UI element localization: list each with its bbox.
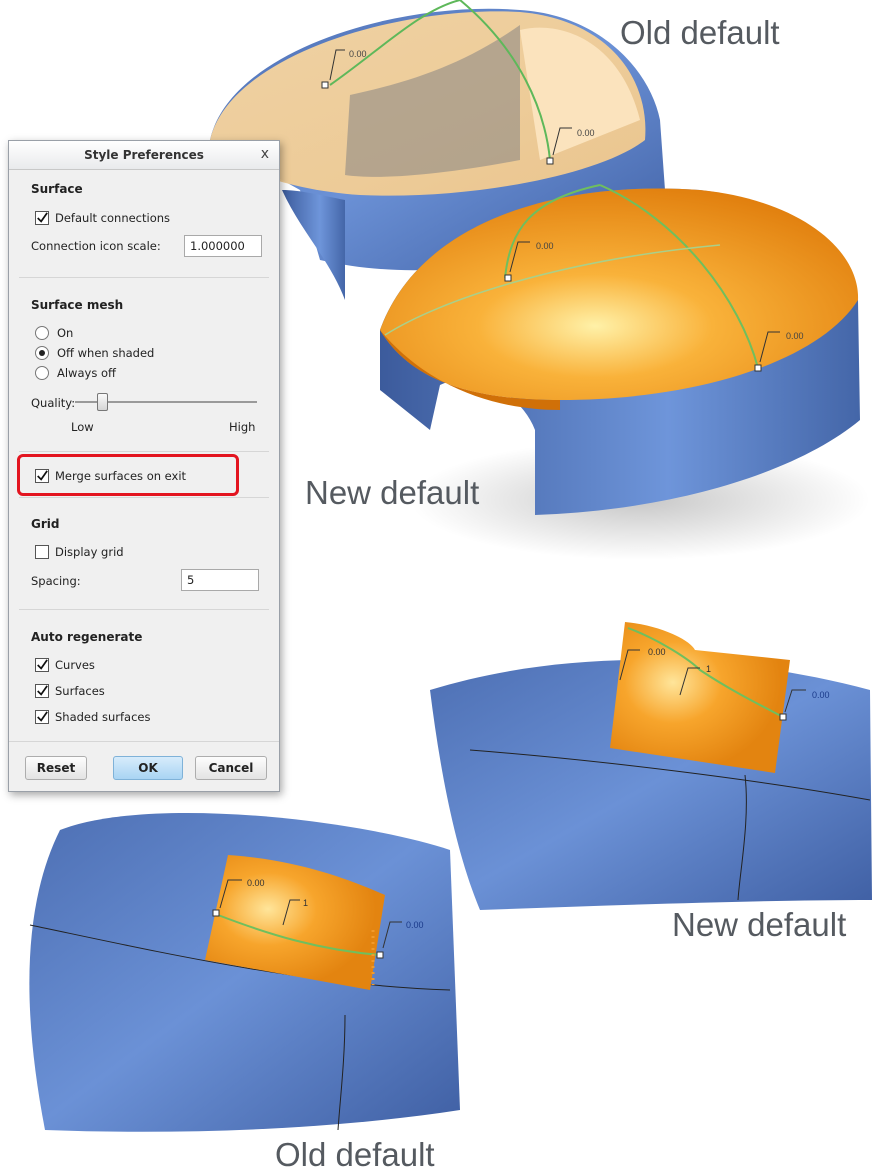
mesh-always-off-label: Always off [57, 366, 116, 380]
mesh-option-off-when-shaded[interactable]: Off when shaded [31, 346, 154, 360]
default-connections-checkbox[interactable] [35, 211, 49, 225]
merge-highlight-box [17, 454, 239, 496]
patch-right-label-1: 0.00 [648, 647, 666, 657]
shaded-surfaces-label: Shaded surfaces [55, 710, 151, 724]
mesh-off-when-shaded-label: Off when shaded [57, 346, 155, 360]
caption-new-default-middle: New default [305, 474, 480, 511]
curves-checkbox[interactable] [35, 658, 49, 672]
icon-scale-label: Connection icon scale: [31, 239, 161, 253]
display-grid-checkbox[interactable] [35, 545, 49, 559]
spacing-label: Spacing: [31, 574, 81, 588]
mesh-on-radio[interactable] [35, 326, 49, 340]
patch-right-label-3: 0.00 [812, 690, 830, 700]
close-icon[interactable]: x [261, 146, 269, 162]
surface-mesh-section-header: Surface mesh [31, 298, 124, 312]
patch-left-label-3: 0.00 [406, 920, 424, 930]
patch-left-label-2: 1 [303, 898, 308, 908]
quality-low-label: Low [71, 420, 94, 434]
old-default-dim-label-1: 0.00 [349, 49, 367, 59]
mesh-on-label: On [57, 326, 74, 340]
caption-old-default-bottom: Old default [275, 1136, 435, 1173]
mesh-option-on[interactable]: On [31, 326, 73, 340]
ok-button[interactable]: OK [113, 756, 183, 780]
default-connections-row[interactable]: Default connections [31, 211, 170, 225]
quality-slider-thumb[interactable] [97, 393, 108, 411]
curves-label: Curves [55, 658, 95, 672]
spacing-input[interactable]: 5 [181, 569, 259, 591]
checkmark-icon [37, 659, 48, 670]
old-default-dim-label-2: 0.00 [577, 128, 595, 138]
new-default-dim-label-1: 0.00 [536, 241, 554, 251]
display-grid-row[interactable]: Display grid [31, 545, 124, 559]
dialog-titlebar: Style Preferences x [9, 141, 279, 170]
surface-section-header: Surface [31, 182, 83, 196]
dialog-title: Style Preferences [84, 148, 204, 162]
caption-new-default-right: New default [672, 906, 847, 943]
quality-high-label: High [229, 420, 256, 434]
display-grid-label: Display grid [55, 545, 124, 559]
shaded-surfaces-row[interactable]: Shaded surfaces [31, 710, 150, 724]
quality-label: Quality: [31, 396, 76, 410]
checkmark-icon [37, 685, 48, 696]
divider [19, 277, 269, 278]
divider [19, 609, 269, 610]
divider [19, 497, 269, 498]
checkmark-icon [37, 212, 48, 223]
mesh-always-off-radio[interactable] [35, 366, 49, 380]
reset-button[interactable]: Reset [25, 756, 87, 780]
checkmark-icon [37, 711, 48, 722]
caption-old-default-top: Old default [620, 14, 780, 51]
icon-scale-input[interactable]: 1.000000 [184, 235, 262, 257]
curves-row[interactable]: Curves [31, 658, 95, 672]
auto-regenerate-section-header: Auto regenerate [31, 630, 143, 644]
patch-right-label-2: 1 [706, 664, 711, 674]
style-preferences-dialog: Style Preferences x Surface Default conn… [8, 140, 280, 792]
divider [9, 741, 279, 742]
patch-left-label-1: 0.00 [247, 878, 265, 888]
surfaces-checkbox[interactable] [35, 684, 49, 698]
grid-section-header: Grid [31, 517, 60, 531]
surfaces-label: Surfaces [55, 684, 105, 698]
new-default-dim-label-2: 0.00 [786, 331, 804, 341]
new-default-patch: 0.00 1 0.00 [430, 622, 872, 910]
default-connections-label: Default connections [55, 211, 171, 225]
shaded-surfaces-checkbox[interactable] [35, 710, 49, 724]
old-default-patch: 0.00 1 0.00 [29, 812, 460, 1132]
divider [19, 451, 269, 452]
mesh-off-when-shaded-radio[interactable] [35, 346, 49, 360]
cancel-button[interactable]: Cancel [195, 756, 267, 780]
mesh-option-always-off[interactable]: Always off [31, 366, 116, 380]
surfaces-row[interactable]: Surfaces [31, 684, 105, 698]
